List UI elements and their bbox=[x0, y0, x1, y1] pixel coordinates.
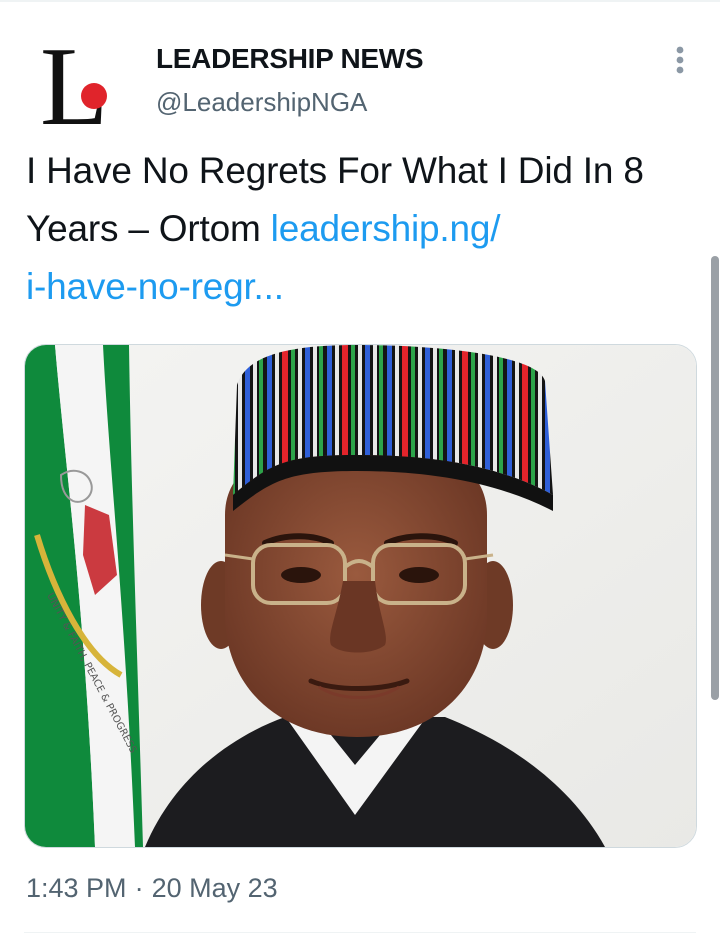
leadership-logo-icon: L bbox=[40, 25, 108, 149]
author-display-name[interactable]: LEADERSHIP NEWS bbox=[156, 40, 424, 78]
author-handle[interactable]: @LeadershipNGA bbox=[156, 84, 423, 120]
bottom-divider bbox=[24, 932, 696, 933]
tweet-time: 1:43 PM bbox=[26, 873, 127, 903]
tweet-link-part2: i-have-no-regr... bbox=[26, 266, 284, 307]
portrait-photo: UNITY & FAITH, PEACE & PROGRESS bbox=[25, 345, 696, 847]
flag-illustration: UNITY & FAITH, PEACE & PROGRESS bbox=[25, 345, 143, 847]
timestamp-separator: · bbox=[134, 873, 144, 903]
tweet-media-image[interactable]: UNITY & FAITH, PEACE & PROGRESS bbox=[24, 344, 697, 848]
author-avatar[interactable]: L bbox=[36, 25, 128, 149]
top-divider bbox=[0, 0, 720, 2]
logo-red-dot bbox=[81, 83, 107, 109]
tweet-author: LEADERSHIP NEWS @LeadershipNGA bbox=[156, 40, 424, 120]
tweet-timestamp[interactable]: 1:43 PM · 20 May 23 bbox=[26, 868, 278, 908]
tweet-text: I Have No Regrets For What I Did In 8 Ye… bbox=[26, 142, 706, 316]
tweet-link-part1: leadership.ng/ bbox=[270, 208, 501, 249]
scrollbar-thumb[interactable] bbox=[711, 256, 719, 700]
more-vertical-icon bbox=[676, 46, 684, 74]
more-options-button[interactable] bbox=[664, 40, 696, 80]
tweet-date: 20 May 23 bbox=[151, 873, 278, 903]
